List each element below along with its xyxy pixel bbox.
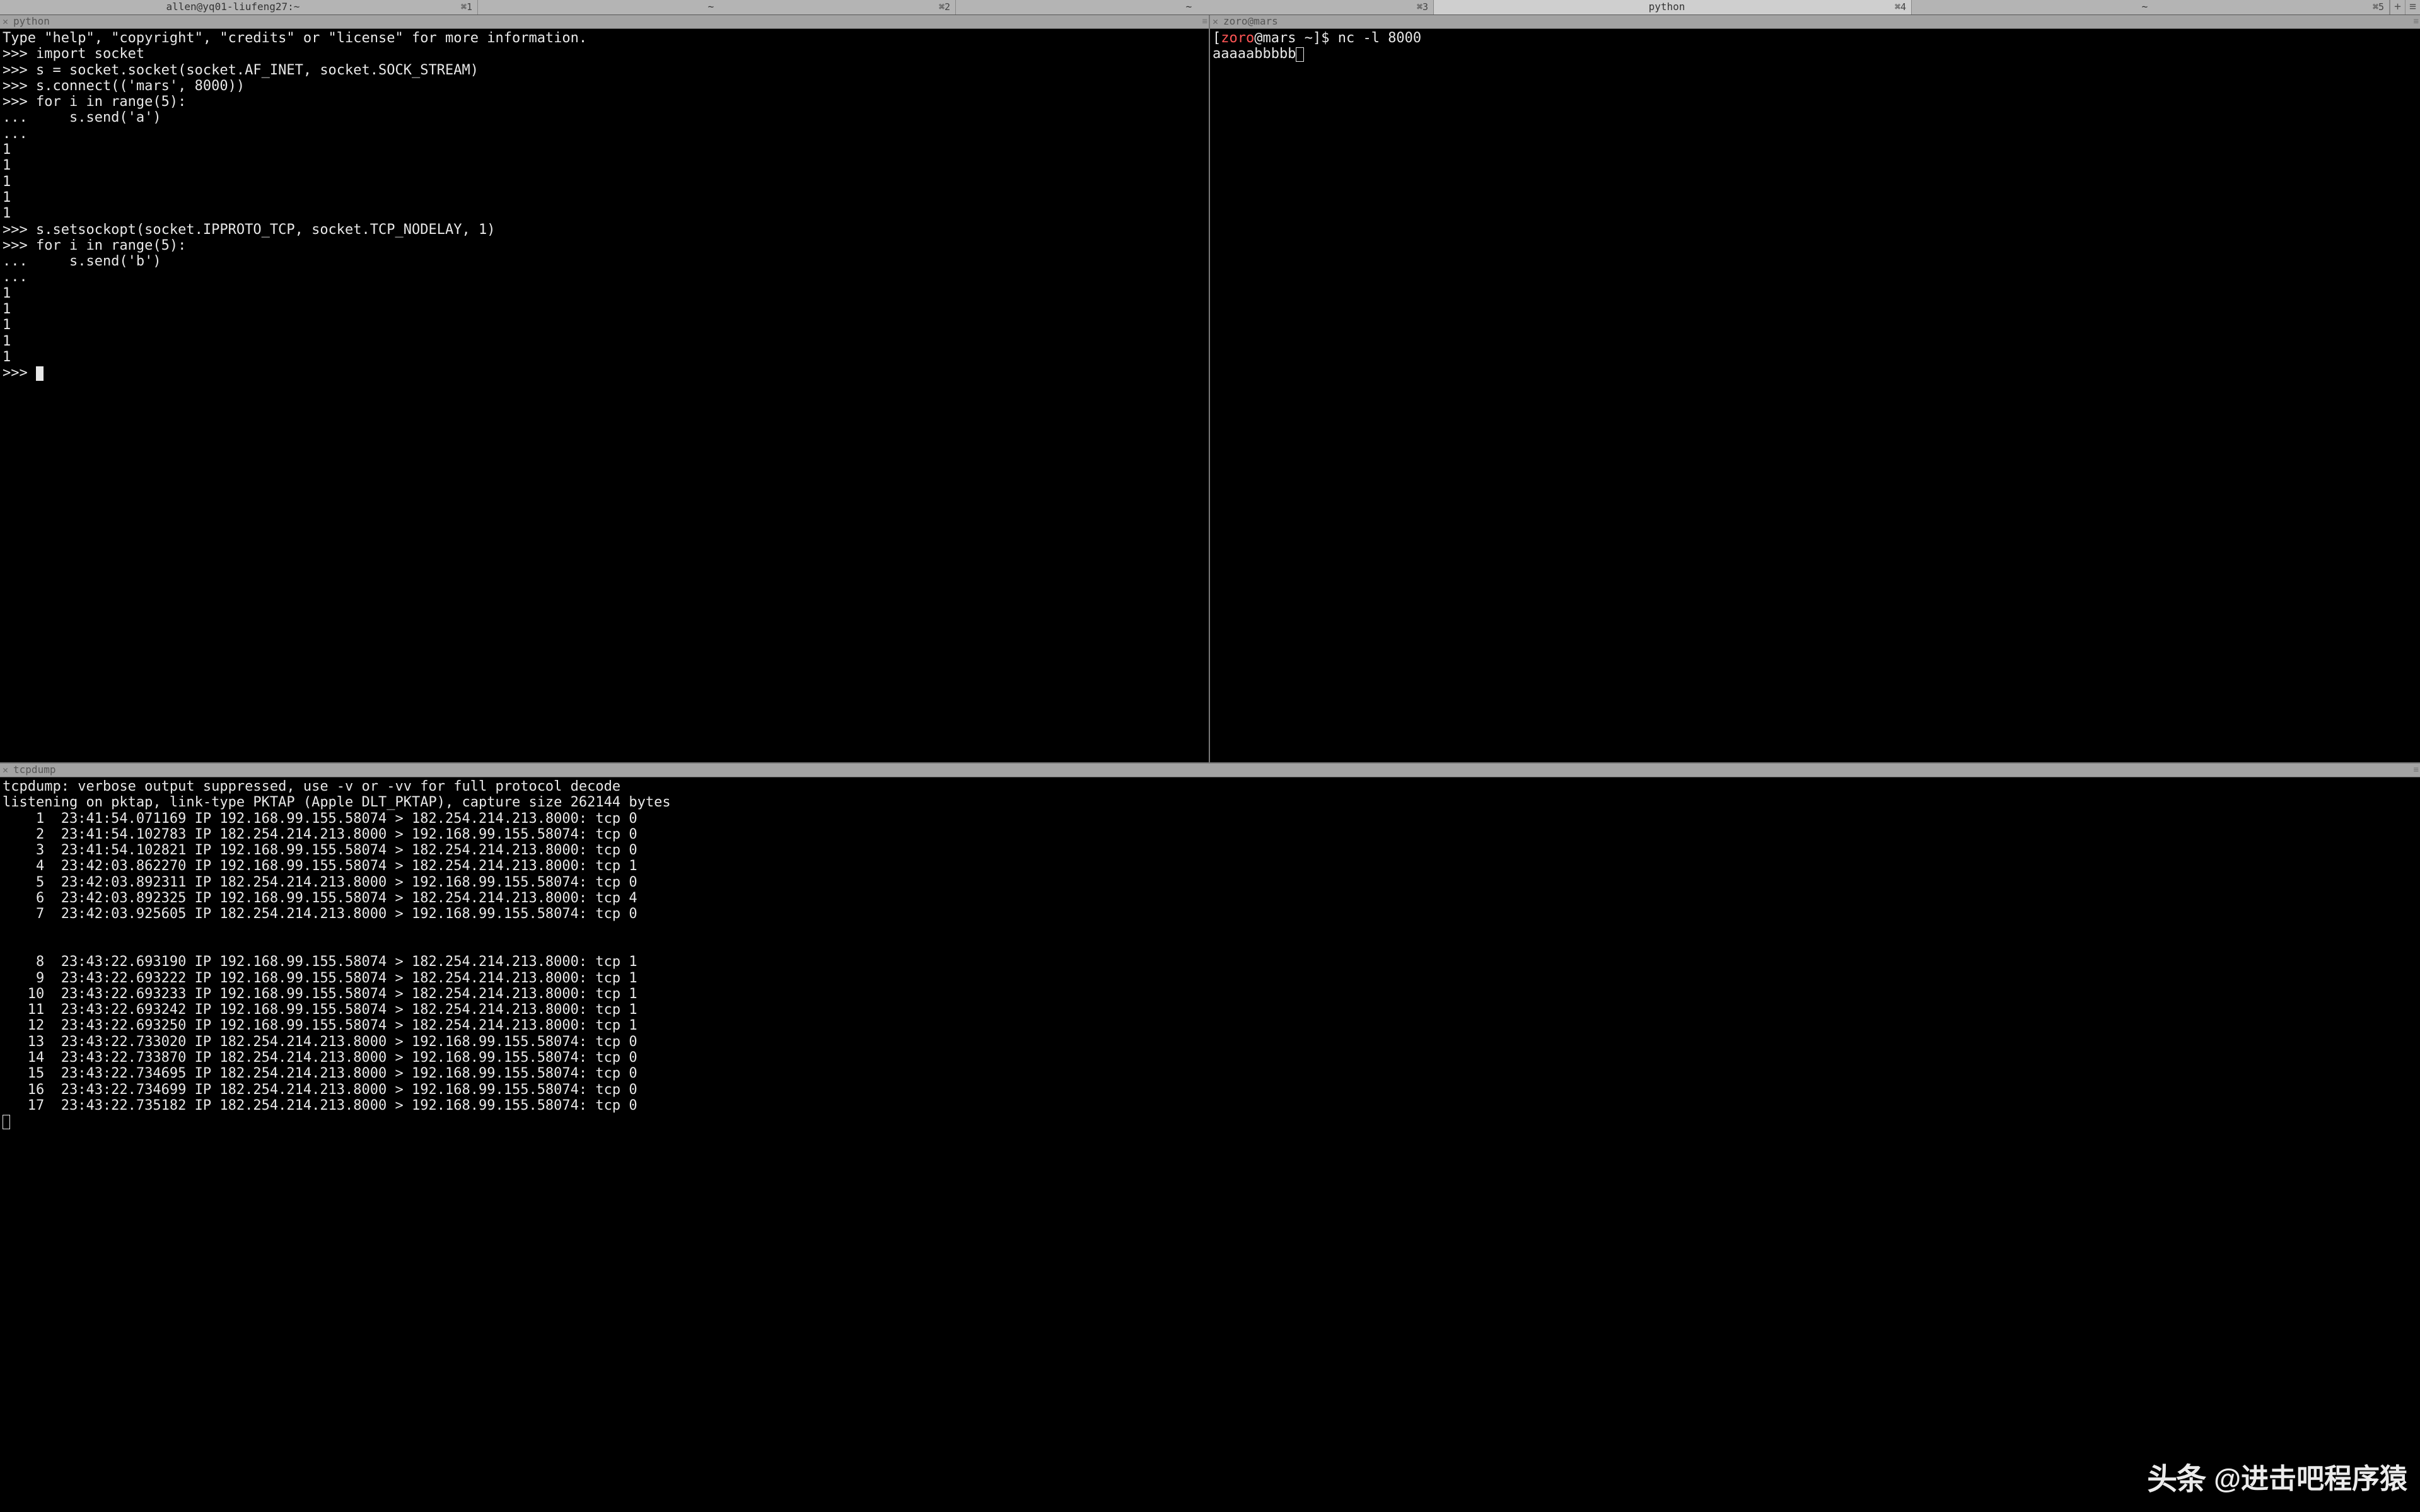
tab-title: ~ <box>1917 1 2373 13</box>
global-tab-1[interactable]: allen@yq01-liufeng27:~ ⌘1 <box>0 0 478 15</box>
tab-shortcut: ⌘4 <box>1895 2 1906 13</box>
pane-title: python <box>13 16 1202 27</box>
global-tab-bar: allen@yq01-liufeng27:~ ⌘1 ~ ⌘2 ~ ⌘3 pyth… <box>0 0 2420 15</box>
tab-shortcut: ⌘1 <box>461 2 472 13</box>
new-tab-button[interactable]: + <box>2390 0 2405 15</box>
close-icon[interactable]: ✕ <box>3 765 8 776</box>
tab-title: ~ <box>483 1 939 13</box>
global-tab-5[interactable]: ~ ⌘5 <box>1912 0 2390 15</box>
terminal-python[interactable]: Type "help", "copyright", "credits" or "… <box>0 29 1209 762</box>
hamburger-icon[interactable]: ≡ <box>2414 16 2417 26</box>
tab-shortcut: ⌘2 <box>939 2 950 13</box>
global-tab-2[interactable]: ~ ⌘2 <box>478 0 956 15</box>
pane-header-tcpdump: ✕ tcpdump ≡ <box>0 764 2420 777</box>
hamburger-icon[interactable]: ≡ <box>2414 765 2417 775</box>
close-icon[interactable]: ✕ <box>3 16 8 27</box>
hamburger-icon[interactable]: ≡ <box>1202 16 1206 26</box>
pane-header-python: ✕ python ≡ <box>0 15 1209 29</box>
tab-title: python <box>1439 1 1895 13</box>
terminal-tcpdump[interactable]: tcpdump: verbose output suppressed, use … <box>0 777 2420 1512</box>
pane-python: ✕ python ≡ Type "help", "copyright", "cr… <box>0 15 1210 762</box>
tab-title: ~ <box>961 1 1417 13</box>
global-tab-3[interactable]: ~ ⌘3 <box>956 0 1434 15</box>
pane-header-netcat: ✕ zoro@mars ≡ <box>1210 15 2420 29</box>
terminal-netcat[interactable]: [zoro@mars ~]$ nc -l 8000 aaaaabbbbb <box>1210 29 2420 762</box>
tab-shortcut: ⌘3 <box>1417 2 1428 13</box>
workspace: ✕ python ≡ Type "help", "copyright", "cr… <box>0 15 2420 1512</box>
pane-title: tcpdump <box>13 764 2414 776</box>
upper-split: ✕ python ≡ Type "help", "copyright", "cr… <box>0 15 2420 764</box>
pane-title: zoro@mars <box>1223 16 2414 27</box>
tab-title: allen@yq01-liufeng27:~ <box>5 1 461 13</box>
pane-netcat: ✕ zoro@mars ≡ [zoro@mars ~]$ nc -l 8000 … <box>1210 15 2420 762</box>
close-icon[interactable]: ✕ <box>1213 16 1218 27</box>
tab-menu-icon[interactable]: ≡ <box>2405 0 2420 15</box>
tab-shortcut: ⌘5 <box>2373 2 2384 13</box>
pane-tcpdump: ✕ tcpdump ≡ tcpdump: verbose output supp… <box>0 764 2420 1512</box>
global-tab-4[interactable]: python ⌘4 <box>1434 0 1912 15</box>
